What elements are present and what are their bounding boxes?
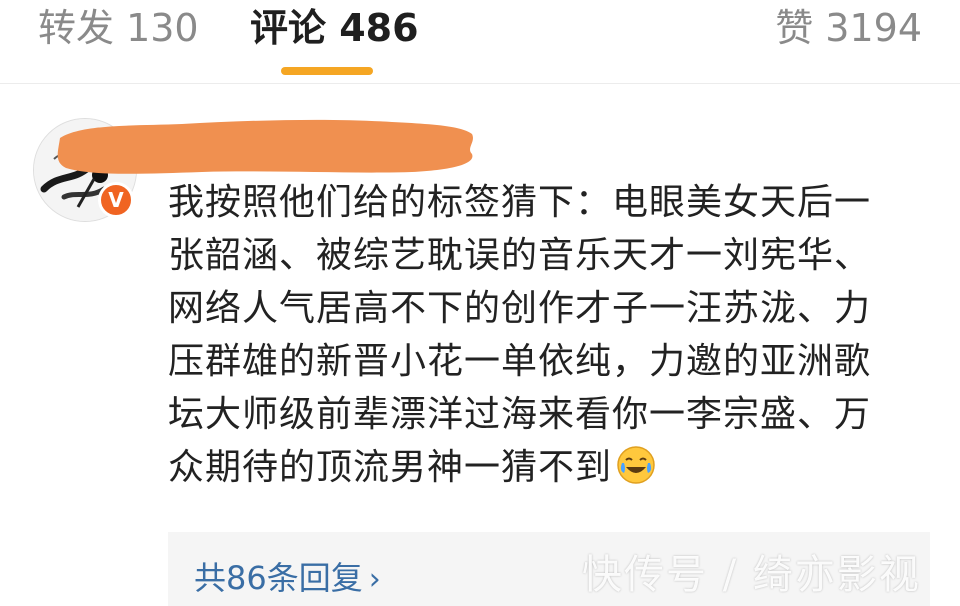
comment-line: 网络人气居高不下的创作才子一汪苏泷、力: [168, 288, 872, 329]
tab-comment[interactable]: 评论 486: [250, 4, 419, 52]
tab-like[interactable]: 赞 3194: [775, 4, 922, 52]
comment-line: 坛大师级前辈漂洋过海来看你一李宗盛、万: [168, 394, 872, 435]
tab-bar: 转发 130 评论 486 赞 3194: [0, 0, 960, 84]
redacted-username: [57, 119, 473, 174]
active-tab-indicator: [281, 67, 373, 75]
replies-count-label: 共86条回复: [194, 559, 363, 597]
comment-line-last: 众期待的顶流男神一猜不到: [168, 441, 928, 494]
view-replies-link[interactable]: 共86条回复 ›: [194, 556, 381, 602]
comment-line: 我按照他们给的标签猜下：电眼美女天后一: [168, 182, 872, 223]
watermark: 快传号 / 绮亦影视: [582, 552, 921, 598]
chevron-right-icon: ›: [368, 562, 381, 597]
verified-badge-icon: V: [98, 182, 134, 218]
comment-line: 压群雄的新晋小花一单依纯，力邀的亚洲歌: [168, 341, 872, 382]
laughing-crying-emoji-icon: [617, 446, 655, 484]
comment-line: 众期待的顶流男神一猜不到: [168, 447, 613, 488]
comment-text: 我按照他们给的标签猜下：电眼美女天后一 张韶涵、被综艺耽误的音乐天才一刘宪华、 …: [168, 176, 928, 494]
tab-repost[interactable]: 转发 130: [38, 4, 199, 52]
comment-line: 张韶涵、被综艺耽误的音乐天才一刘宪华、: [168, 235, 872, 276]
